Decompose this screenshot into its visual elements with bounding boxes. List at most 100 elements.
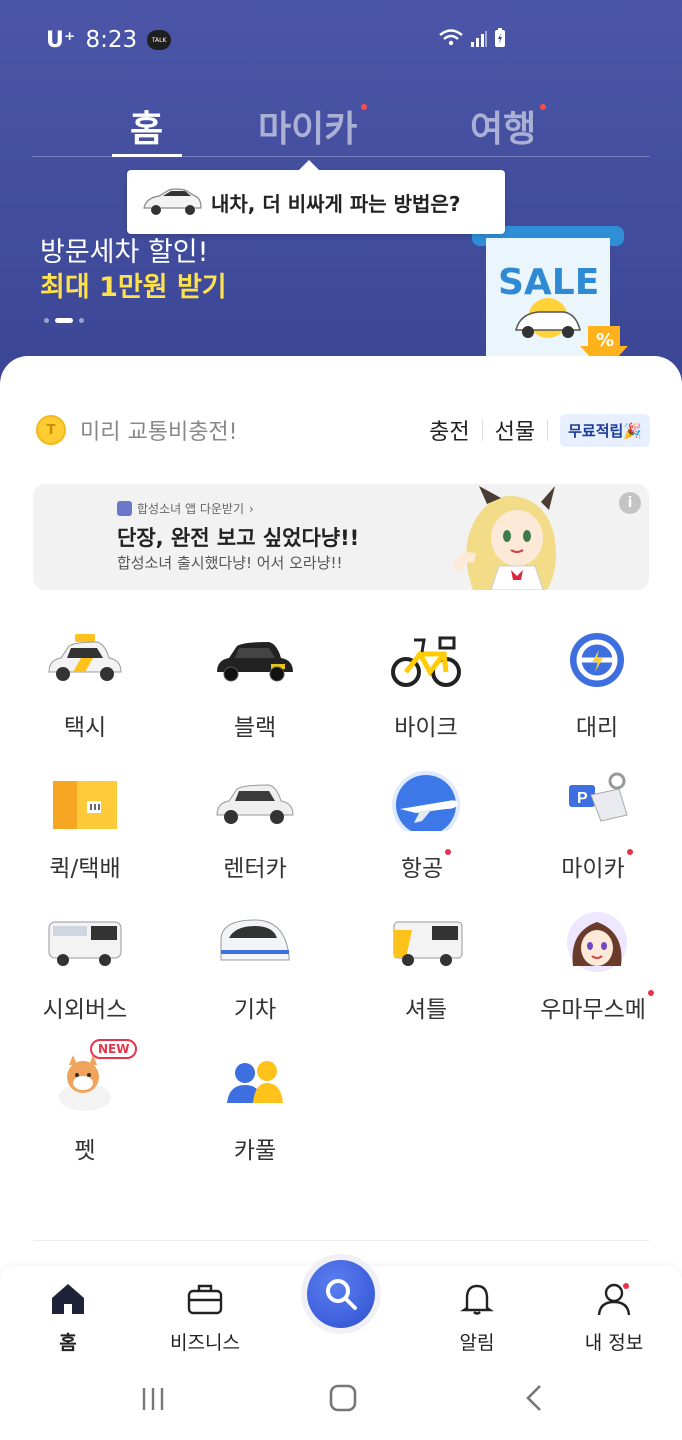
- nav-label: 홈: [59, 1332, 77, 1354]
- dog-icon: [59, 1055, 111, 1111]
- black-car-icon: [217, 642, 293, 682]
- divider: [547, 419, 549, 441]
- tab-label: 홈: [130, 109, 164, 150]
- service-bike[interactable]: 바이크: [341, 620, 511, 750]
- car-icon: [143, 188, 202, 215]
- rental-car-icon: [216, 784, 294, 824]
- free-points-tag[interactable]: 무료적립🎉: [560, 413, 650, 447]
- page-dot: [79, 318, 84, 323]
- coin-icon: T: [36, 415, 66, 445]
- service-umamusume[interactable]: 우마무스메: [512, 902, 682, 1032]
- gift-link[interactable]: 선물: [495, 414, 535, 446]
- status-bar: U⁺ 8:23 TALK: [46, 24, 682, 56]
- wifi-icon: [439, 29, 463, 46]
- clock: 8:23: [85, 27, 138, 53]
- search-button[interactable]: [307, 1260, 375, 1328]
- ad-banner[interactable]: 합성소녀 앱 다운받기 › 단장, 완전 보고 싶었다냥!! 합성소녀 출시했다…: [33, 484, 649, 590]
- new-dot-indicator: [445, 849, 452, 855]
- transit-charge-row: T 미리 교통비충전! 충전 선물 무료적립🎉: [36, 410, 650, 450]
- tab-home[interactable]: 홈: [130, 100, 163, 152]
- service-label: 셔틀: [404, 997, 448, 1023]
- service-mycar[interactable]: P 마이카: [512, 761, 682, 891]
- page-dot: [44, 318, 49, 323]
- service-driver[interactable]: 대리: [512, 620, 682, 750]
- shuttle-icon: [393, 921, 463, 966]
- service-label: 블랙: [233, 715, 277, 741]
- charge-prompt-label[interactable]: 미리 교통비충전!: [80, 414, 238, 446]
- nav-label: 비즈니스: [170, 1332, 240, 1354]
- info-icon[interactable]: i: [619, 492, 641, 514]
- carrier-label: U⁺: [46, 27, 76, 53]
- ad-headline: 단장, 완전 보고 싶었다냥!!: [117, 526, 360, 550]
- service-shuttle[interactable]: 셔틀: [341, 902, 511, 1032]
- ad-source-label: 합성소녀 앱 다운받기: [137, 502, 244, 516]
- page-dot-active: [55, 318, 73, 323]
- recent-apps-icon[interactable]: [140, 1386, 166, 1412]
- service-carpool[interactable]: 카풀: [170, 1043, 340, 1173]
- mycar-tooltip[interactable]: 내차, 더 비싸게 파는 방법은?: [127, 160, 505, 234]
- service-label: 시외버스: [42, 997, 128, 1023]
- service-taxi[interactable]: 택시: [0, 620, 170, 750]
- service-pet[interactable]: NEW 펫: [0, 1039, 170, 1173]
- service-label: 우마무스메: [512, 990, 682, 1024]
- carpool-icon: [227, 1061, 283, 1103]
- user-icon: [597, 1283, 631, 1316]
- charge-link[interactable]: 충전: [429, 414, 469, 446]
- service-quick-delivery[interactable]: 퀵/택배: [0, 761, 170, 891]
- box-icon: [53, 781, 117, 829]
- taxi-icon: [48, 634, 122, 681]
- bus-icon: [48, 921, 122, 966]
- nav-business[interactable]: 비즈니스: [145, 1282, 265, 1355]
- new-dot-indicator: [626, 849, 633, 855]
- signal-icon: [471, 31, 487, 47]
- service-label: 마이카: [512, 849, 682, 883]
- new-dot-indicator: [361, 104, 368, 110]
- briefcase-icon: [187, 1284, 223, 1315]
- chevron-right-icon: ›: [249, 501, 254, 516]
- service-black[interactable]: 블랙: [170, 620, 340, 750]
- banner-pagination: [44, 318, 84, 323]
- percent-sign: %: [596, 330, 615, 351]
- nav-my-info[interactable]: 내 정보: [554, 1282, 674, 1355]
- service-label: 대리: [575, 715, 619, 741]
- parking-key-icon: P: [569, 772, 628, 822]
- top-tab-bar: 홈 마이카 여행: [0, 100, 682, 160]
- service-train[interactable]: 기차: [170, 902, 340, 1032]
- nav-notifications[interactable]: 알림: [417, 1282, 537, 1355]
- battery-icon: [495, 28, 505, 47]
- service-label: 카풀: [233, 1138, 277, 1164]
- divider: [481, 419, 483, 441]
- service-label: 바이크: [394, 715, 458, 741]
- service-intercity-bus[interactable]: 시외버스: [0, 902, 170, 1032]
- bike-icon: [391, 636, 461, 687]
- app-thumbnail-icon: [117, 501, 132, 516]
- active-tab-indicator: [112, 154, 182, 157]
- character-avatar-icon: [567, 912, 627, 972]
- tab-mycar[interactable]: 마이카: [258, 100, 368, 152]
- service-flight[interactable]: 항공: [341, 761, 511, 891]
- nav-home[interactable]: 홈: [8, 1282, 128, 1355]
- tooltip-text: 내차, 더 비싸게 파는 방법은?: [211, 191, 461, 216]
- nav-label: 내 정보: [584, 1332, 644, 1354]
- ad-source: 합성소녀 앱 다운받기 ›: [117, 500, 254, 517]
- home-icon: [52, 1284, 84, 1314]
- new-badge: NEW: [90, 1039, 138, 1059]
- airplane-icon: [392, 771, 460, 831]
- back-icon[interactable]: [522, 1384, 548, 1412]
- home-button-icon[interactable]: [329, 1384, 357, 1412]
- svg-text:P: P: [577, 790, 588, 807]
- new-dot-indicator: [540, 104, 547, 110]
- charge-links: 충전 선물 무료적립🎉: [429, 413, 650, 447]
- tab-travel[interactable]: 여행: [470, 100, 547, 152]
- section-divider: [33, 1240, 649, 1241]
- bottom-navigation: 홈 비즈니스 알림 내 정보: [0, 1260, 682, 1366]
- service-label: 펫: [74, 1138, 96, 1164]
- tab-label: 여행: [470, 109, 537, 150]
- new-dot-indicator: [647, 990, 654, 996]
- banner-highlight[interactable]: 최대 1만원 받기: [40, 265, 227, 304]
- service-rental-car[interactable]: 렌터카: [170, 761, 340, 891]
- service-label: 기차: [233, 997, 277, 1023]
- service-label: 퀵/택배: [49, 856, 121, 882]
- banner-title[interactable]: 방문세차 할인!: [40, 230, 208, 269]
- service-label: 항공: [341, 849, 511, 883]
